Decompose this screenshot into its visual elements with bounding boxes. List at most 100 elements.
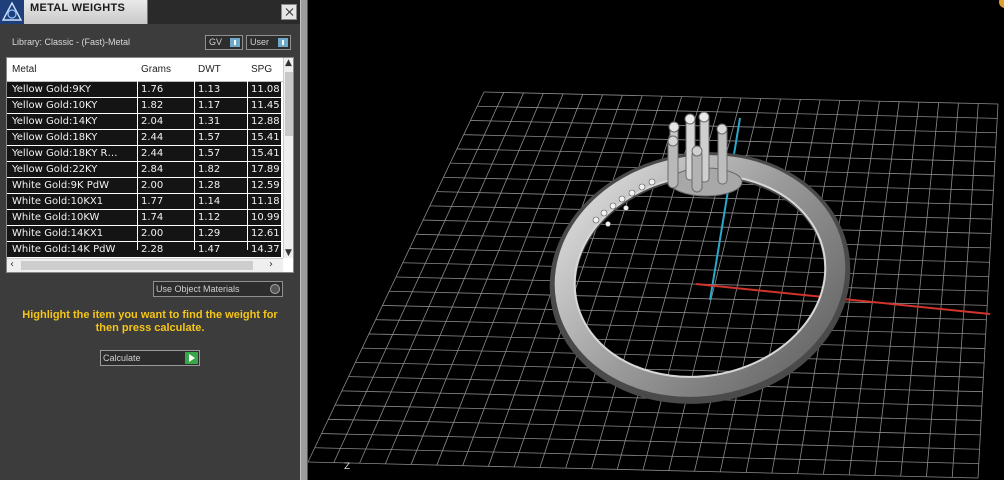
close-icon[interactable] [281, 4, 297, 20]
metal-cell: White Gold:10KW [12, 212, 100, 223]
column-header-dwt[interactable]: DWT [198, 64, 221, 75]
spg-cell: 11.08 [251, 84, 280, 95]
viewport-canvas[interactable] [308, 0, 1004, 480]
dwt-cell: 1.47 [198, 244, 221, 255]
metal-weights-panel: METAL WEIGHTS Library: Classic - (Fast)-… [0, 0, 300, 480]
use-object-materials-label: Use Object Materials [156, 284, 240, 294]
metal-cell: White Gold:14KX1 [12, 228, 104, 239]
table-body: Yellow Gold:9KY 1.76 1.13 11.08 Yellow Gold:… [7, 82, 281, 258]
metal-cell: White Gold:10KX1 [12, 196, 104, 207]
panel-title-tab: METAL WEIGHTS [24, 0, 148, 24]
dwt-cell: 1.28 [198, 180, 221, 191]
table-row[interactable]: Yellow Gold:22KY 2.84 1.82 17.89 [7, 162, 281, 178]
spg-cell: 15.41 [251, 132, 280, 143]
app-logo-icon [0, 0, 24, 24]
spg-cell: 17.89 [251, 164, 280, 175]
table-row[interactable]: White Gold:9K PdW 2.00 1.28 12.59 [7, 178, 281, 194]
table-header: Metal Grams DWT SPG [7, 58, 285, 82]
user-toggle-label: User [250, 37, 270, 47]
column-divider [137, 58, 138, 250]
toggle-icon [230, 38, 240, 47]
dwt-cell: 1.57 [198, 132, 221, 143]
gv-toggle-label: GV [209, 37, 223, 47]
instruction-text: Highlight the item you want to find the … [22, 309, 278, 334]
scroll-down-icon[interactable]: ▼ [285, 248, 292, 258]
column-divider [247, 58, 248, 250]
spg-cell: 14.37 [251, 244, 280, 255]
spg-cell: 11.18 [251, 196, 280, 207]
grams-cell: 1.77 [141, 196, 164, 207]
table-row[interactable]: White Gold:10KX1 1.77 1.14 11.18 [7, 194, 281, 210]
scroll-right-icon[interactable]: › [269, 259, 273, 270]
calculate-label: Calculate [103, 353, 141, 363]
calculate-button[interactable]: Calculate [100, 350, 200, 366]
grams-cell: 2.44 [141, 132, 164, 143]
horizontal-scrollbar[interactable]: ‹ › [7, 258, 283, 272]
panel-titlebar: METAL WEIGHTS [0, 0, 300, 24]
spg-cell: 11.45 [251, 100, 280, 111]
axis-indicator: Z [344, 462, 350, 472]
grams-cell: 1.76 [141, 84, 164, 95]
radio-icon [270, 284, 280, 294]
dwt-cell: 1.31 [198, 116, 221, 127]
metal-cell: Yellow Gold:18KY R… [12, 148, 118, 159]
dwt-cell: 1.12 [198, 212, 221, 223]
table-row[interactable]: White Gold:10KW 1.74 1.12 10.99 [7, 210, 281, 226]
grams-cell: 1.82 [141, 100, 164, 111]
scroll-thumb[interactable] [285, 72, 293, 136]
table-row[interactable]: White Gold:14K PdW 2.28 1.47 14.37 [7, 242, 281, 258]
spg-cell: 12.88 [251, 116, 280, 127]
metal-cell: White Gold:9K PdW [12, 180, 109, 191]
metal-cell: Yellow Gold:14KY [12, 116, 98, 127]
scroll-left-icon[interactable]: ‹ [10, 259, 14, 270]
spg-cell: 15.41 [251, 148, 280, 159]
dwt-cell: 1.82 [198, 164, 221, 175]
toggle-icon [278, 38, 288, 47]
table-row[interactable]: Yellow Gold:18KY R… 2.44 1.57 15.41 [7, 146, 281, 162]
3d-viewport[interactable]: Z [308, 0, 1004, 480]
grams-cell: 1.74 [141, 212, 164, 223]
column-header-spg[interactable]: SPG [251, 64, 272, 75]
table-row[interactable]: White Gold:14KX1 2.00 1.29 12.61 [7, 226, 281, 242]
metal-table: Metal Grams DWT SPG Yellow Gold:9KY 1.76 1… [6, 57, 294, 273]
spg-cell: 12.59 [251, 180, 280, 191]
play-icon [185, 352, 198, 364]
dwt-cell: 1.17 [198, 100, 221, 111]
column-header-metal[interactable]: Metal [12, 64, 36, 75]
user-toggle[interactable]: User [246, 35, 291, 50]
spg-cell: 12.61 [251, 228, 280, 239]
grid-line [848, 101, 900, 475]
table-row[interactable]: Yellow Gold:14KY 2.04 1.31 12.88 [7, 114, 281, 130]
ground-grid [308, 91, 999, 479]
grams-cell: 2.00 [141, 180, 164, 191]
scroll-thumb[interactable] [21, 261, 253, 270]
metal-cell: Yellow Gold:22KY [12, 164, 98, 175]
spg-cell: 10.99 [251, 212, 280, 223]
dwt-cell: 1.14 [198, 196, 221, 207]
panel-title: METAL WEIGHTS [30, 2, 126, 14]
table-row[interactable]: Yellow Gold:10KY 1.82 1.17 11.45 [7, 98, 281, 114]
table-row[interactable]: Yellow Gold:9KY 1.76 1.13 11.08 [7, 82, 281, 98]
dwt-cell: 1.57 [198, 148, 221, 159]
grams-cell: 2.28 [141, 244, 164, 255]
grid-line [308, 461, 979, 479]
grams-cell: 2.44 [141, 148, 164, 159]
scroll-up-icon[interactable]: ▲ [285, 58, 292, 68]
metal-cell: White Gold:14K PdW [12, 244, 116, 255]
metal-cell: Yellow Gold:18KY [12, 132, 98, 143]
table-row[interactable]: Yellow Gold:18KY 2.44 1.57 15.41 [7, 130, 281, 146]
metal-cell: Yellow Gold:9KY [12, 84, 91, 95]
library-label: Library: Classic - (Fast)-Metal [12, 37, 131, 47]
gv-toggle[interactable]: GV [205, 35, 243, 50]
grams-cell: 2.04 [141, 116, 164, 127]
use-object-materials-toggle[interactable]: Use Object Materials [153, 281, 283, 297]
grams-cell: 2.00 [141, 228, 164, 239]
grams-cell: 2.84 [141, 164, 164, 175]
panel-splitter[interactable] [300, 0, 308, 480]
metal-cell: Yellow Gold:10KY [12, 100, 98, 111]
column-header-grams[interactable]: Grams [141, 64, 171, 75]
column-divider [194, 58, 195, 250]
z-axis-label: Z [344, 462, 351, 472]
vertical-scrollbar[interactable]: ▲ ▼ [283, 58, 293, 258]
dwt-cell: 1.29 [198, 228, 221, 239]
